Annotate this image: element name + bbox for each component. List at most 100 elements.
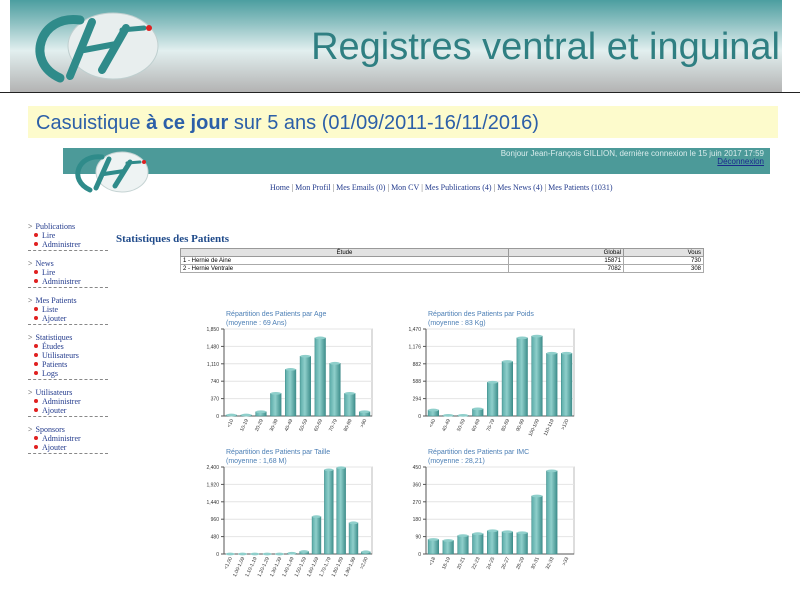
- sidebar-item[interactable]: Administrer: [34, 277, 108, 286]
- sidebar-item[interactable]: Logs: [34, 369, 108, 378]
- sidebar-item[interactable]: Ajouter: [34, 406, 108, 415]
- sidebar-section-title[interactable]: > Utilisateurs: [28, 388, 108, 397]
- x-tick-label: 50-59: [456, 418, 467, 432]
- x-tick-label: 80-89: [500, 418, 511, 432]
- col-header-study: Étude: [180, 248, 509, 257]
- nav-link[interactable]: Home: [270, 183, 290, 192]
- y-tick-label: 1,440: [206, 500, 219, 506]
- sidebar-section-title[interactable]: > Sponsors: [28, 425, 108, 434]
- bar-cap: [502, 530, 513, 534]
- bullet-icon: [34, 242, 38, 246]
- y-tick-label: 1,470: [408, 327, 421, 333]
- bullet-icon: [34, 279, 38, 283]
- chevron-right-icon: >: [28, 388, 33, 397]
- x-tick-label: 28-29: [515, 556, 526, 570]
- sidebar-item[interactable]: Administrer: [34, 397, 108, 406]
- table-row[interactable]: 1 - Hernie de Aine 15871 730: [180, 256, 704, 265]
- bar: [285, 369, 297, 417]
- bar-cap: [428, 408, 439, 412]
- x-tick-label: 32-33: [545, 556, 556, 570]
- caption-box: Casuistique à ce jour sur 5 ans (01/09/2…: [28, 106, 778, 138]
- bar-cap: [487, 529, 498, 533]
- y-tick-label: 882: [413, 362, 422, 368]
- sidebar-item[interactable]: Lire: [34, 231, 108, 240]
- chart-age: Répartition des Patients par Age (moyenne…: [206, 311, 373, 432]
- y-tick-label: 0: [216, 552, 219, 558]
- nav-separator: |: [332, 183, 335, 192]
- sidebar-section: > News Lire Administrer: [28, 259, 108, 288]
- x-tick-label: >120: [560, 418, 570, 431]
- y-tick-label: 90: [415, 535, 421, 541]
- bar-cap: [312, 515, 321, 519]
- table-row[interactable]: 2 - Hernie Ventrale 7082 308: [180, 264, 704, 273]
- logout-link[interactable]: Déconnexion: [717, 157, 764, 166]
- nav-link[interactable]: Mes News (4): [497, 183, 542, 192]
- x-tick-label: 20-21: [456, 556, 467, 570]
- sidebar-item-label: Études: [42, 342, 64, 351]
- nav-link[interactable]: Mes Publications (4): [425, 183, 492, 192]
- sidebar-item[interactable]: Lire: [34, 268, 108, 277]
- sidebar-section-title[interactable]: > Mes Patients: [28, 296, 108, 305]
- sidebar-section-label: Utilisateurs: [35, 388, 73, 397]
- sidebar-item-label: Utilisateurs: [42, 351, 79, 360]
- sidebar-item[interactable]: Administrer: [34, 240, 108, 249]
- bar-cap: [502, 360, 513, 363]
- nav-link[interactable]: Mes Patients (1031): [548, 183, 612, 192]
- bar: [336, 467, 346, 555]
- col-header-global: Global: [508, 248, 624, 257]
- sidebar-section-title[interactable]: > News: [28, 259, 108, 268]
- y-tick-label: 1,176: [408, 344, 421, 350]
- sidebar-item[interactable]: Patients: [34, 360, 108, 369]
- bar: [501, 361, 513, 417]
- table-cell: 730: [623, 256, 704, 265]
- sidebar-section: > Publications Lire Administrer: [28, 222, 108, 251]
- sidebar-item-label: Ajouter: [42, 314, 67, 323]
- sidebar-section: > Sponsors Administrer Ajouter: [28, 425, 108, 454]
- bar-cap: [531, 494, 543, 498]
- bar-cap: [428, 538, 439, 541]
- sidebar-item[interactable]: Ajouter: [34, 314, 108, 323]
- bar: [442, 540, 454, 555]
- sidebar-section: > Utilisateurs Administrer Ajouter: [28, 388, 108, 417]
- y-tick-label: 0: [216, 414, 219, 420]
- sidebar-item[interactable]: Liste: [34, 305, 108, 314]
- bar: [501, 531, 513, 555]
- chevron-right-icon: >: [28, 425, 33, 434]
- bar-cap: [250, 552, 260, 556]
- bar: [516, 337, 528, 417]
- bar-cap: [546, 351, 558, 355]
- bar-cap: [472, 407, 484, 411]
- chevron-right-icon: >: [28, 222, 33, 231]
- nav-link[interactable]: Mon CV: [391, 183, 419, 192]
- bullet-icon: [34, 270, 38, 274]
- x-tick-label: 18-19: [441, 556, 452, 570]
- bar-cap: [324, 468, 334, 472]
- sidebar-item-label: Administrer: [42, 397, 81, 406]
- bullet-icon: [34, 399, 38, 403]
- bar: [311, 516, 322, 555]
- nav-link[interactable]: Mes Emails (0): [336, 183, 385, 192]
- caption-period: sur 5 ans (01/09/2011-16/11/2016): [228, 112, 539, 134]
- nav-link[interactable]: Mon Profil: [295, 183, 330, 192]
- bar-cap: [270, 392, 282, 395]
- chart-subtitle: (moyenne : 28,21): [428, 458, 485, 465]
- chart-subtitle: (moyenne : 1,68 M): [226, 458, 287, 465]
- sidebar-section-title[interactable]: > Publications: [28, 222, 108, 231]
- app-banner: Bonjour Jean-François GILLION, dernière …: [63, 148, 770, 174]
- x-tick-label: 80-89: [343, 418, 354, 432]
- table-header-row: Étude Global Vous: [180, 248, 704, 257]
- sidebar-item[interactable]: Administrer: [34, 434, 108, 443]
- sidebar-item[interactable]: Ajouter: [34, 443, 108, 452]
- bar-cap: [487, 380, 498, 384]
- y-tick-label: 294: [413, 397, 422, 403]
- bar-cap: [329, 361, 341, 365]
- sidebar-item[interactable]: Utilisateurs: [34, 351, 108, 360]
- chart-title: Répartition des Patients par Taille: [226, 449, 330, 456]
- side-nav: > Publications Lire Administrer > News Lire Adm…: [28, 222, 108, 462]
- bar: [531, 495, 543, 555]
- sidebar-section-title[interactable]: > Statistiques: [28, 333, 108, 342]
- sidebar-item[interactable]: Études: [34, 342, 108, 351]
- chevron-right-icon: >: [28, 333, 33, 342]
- sidebar-section-label: News: [35, 259, 54, 268]
- sidebar-item-label: Administrer: [42, 240, 81, 249]
